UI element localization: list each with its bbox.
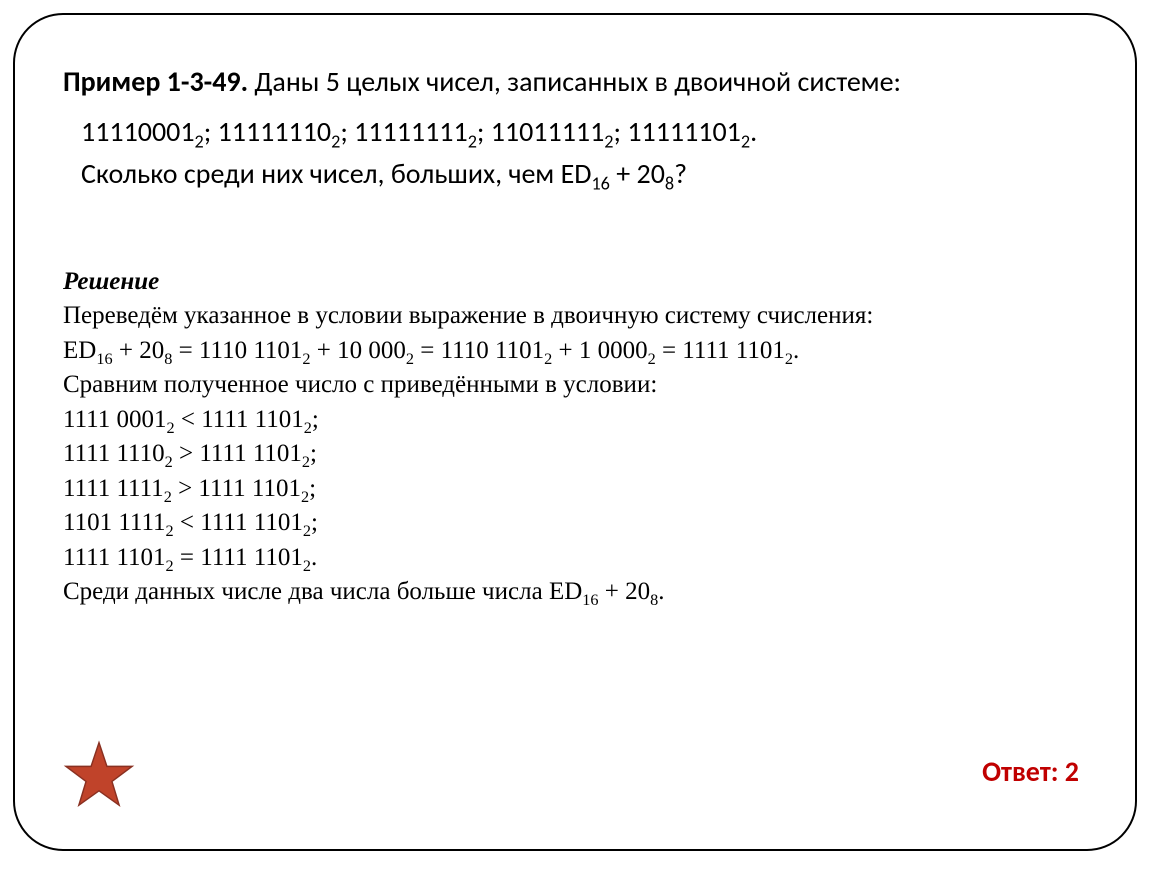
solution-line1: Переведём указанное в условии выражение … (63, 299, 1095, 334)
problem-statement: Пример 1-3-49. Даны 5 целых чисел, запис… (63, 63, 1095, 101)
comparison-row: 1111 11102 > 1111 11012; (63, 437, 1095, 472)
solution-block: Решение Переведём указанное в условии вы… (63, 265, 1095, 610)
comparison-list: 1111 00012 < 1111 11012;1111 11102 > 111… (63, 403, 1095, 576)
example-label: Пример 1-3-49. (63, 64, 248, 99)
expr-a: ED16 (561, 156, 610, 191)
comparison-row: 1101 11112 < 1111 11012; (63, 506, 1095, 541)
answer: Ответ: 2 (982, 754, 1079, 789)
question-suffix: ? (674, 156, 687, 191)
star-icon (63, 739, 135, 811)
solution-calc: ED16 + 208 = 1110 11012 + 10 0002 = 1110… (63, 334, 1095, 369)
solution-heading: Решение (63, 265, 1095, 300)
slide-card: Пример 1-3-49. Даны 5 целых чисел, запис… (13, 13, 1137, 851)
expr-b: 208 (637, 156, 675, 191)
comparison-row: 1111 00012 < 1111 11012; (63, 403, 1095, 438)
problem-intro: Даны 5 целых чисел, записанных в двоично… (248, 64, 901, 99)
solution-conclusion: Среди данных числе два числа больше числ… (63, 575, 1095, 610)
binary-number-list: 111100012; 111111102; 111111112; 1101111… (81, 114, 757, 149)
comparison-row: 1111 11112 > 1111 11012; (63, 472, 1095, 507)
comparison-row: 1111 11012 = 1111 11012. (63, 541, 1095, 576)
question-prefix: Сколько среди них чисел, больших, чем (81, 156, 561, 191)
expr-plus: + (610, 156, 637, 191)
solution-line2: Сравним полученное число с приведёнными … (63, 368, 1095, 403)
problem-numbers-line: 111100012; 111111102; 111111112; 1101111… (63, 111, 1095, 195)
